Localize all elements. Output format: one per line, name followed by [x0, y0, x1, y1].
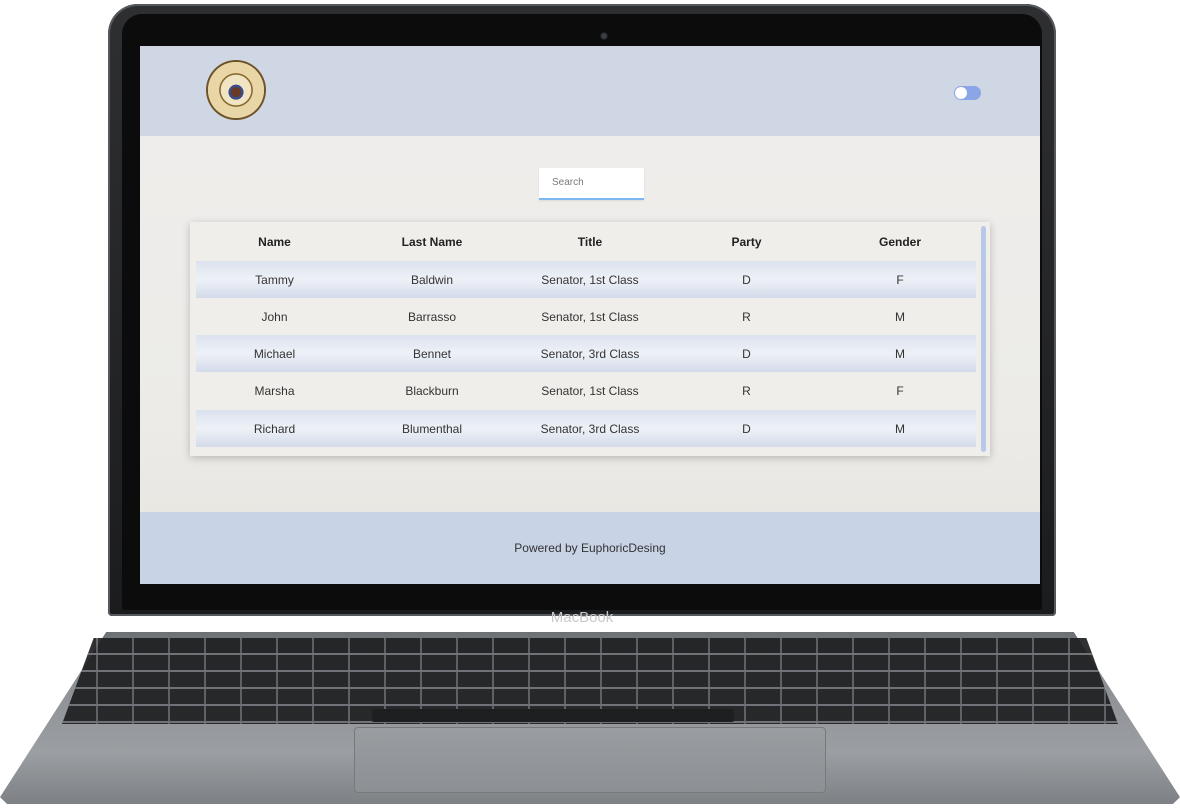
- table-row[interactable]: Michael Bennet Senator, 3rd Class D M: [196, 335, 976, 372]
- cell-gender: M: [895, 309, 905, 324]
- app-screen: Name Last Name Title Party Gender Tammy …: [140, 46, 1040, 584]
- spacebar: [372, 709, 734, 722]
- cell-gender: M: [895, 346, 905, 361]
- column-header-party[interactable]: Party: [669, 235, 824, 249]
- device-brand-label: MacBook: [550, 609, 614, 626]
- table-header-row: Name Last Name Title Party Gender: [196, 222, 976, 262]
- footer-credit: Powered by EuphoricDesing: [514, 541, 666, 555]
- cell-last-name: Blumenthal: [401, 421, 463, 436]
- table-scrollbar[interactable]: [981, 226, 986, 452]
- cell-last-name: Blackburn: [405, 383, 459, 398]
- search-box: [539, 168, 647, 200]
- cell-title: Senator, 1st Class: [541, 309, 639, 324]
- cell-last-name: Barrasso: [407, 309, 457, 324]
- cell-party: D: [742, 421, 751, 436]
- column-header-name[interactable]: Name: [196, 235, 353, 249]
- column-header-gender[interactable]: Gender: [824, 235, 976, 249]
- cell-party: R: [742, 309, 751, 324]
- camera-icon: [601, 33, 607, 39]
- toggle-knob[interactable]: [955, 87, 967, 99]
- cell-title: Senator, 1st Class: [541, 272, 639, 287]
- table-row[interactable]: Marsha Blackburn Senator, 1st Class R F: [196, 372, 976, 409]
- cell-party: R: [742, 383, 751, 398]
- app-footer: Powered by EuphoricDesing: [140, 512, 1040, 584]
- cell-name: Marsha: [254, 383, 295, 398]
- cell-party: D: [742, 346, 751, 361]
- trackpad: [354, 727, 826, 793]
- cell-name: Michael: [253, 346, 296, 361]
- cell-gender: F: [896, 383, 904, 398]
- table-row[interactable]: Richard Blumenthal Senator, 3rd Class D …: [196, 410, 976, 447]
- search-input[interactable]: [539, 168, 647, 196]
- cell-name: Richard: [253, 421, 296, 436]
- congress-seal-logo: [208, 62, 264, 118]
- cell-party: D: [742, 272, 751, 287]
- table-row[interactable]: John Barrasso Senator, 1st Class R M: [196, 298, 976, 335]
- cell-name: John: [261, 309, 288, 324]
- theme-toggle[interactable]: [954, 86, 981, 100]
- cell-last-name: Bennet: [412, 346, 452, 361]
- cell-last-name: Baldwin: [410, 272, 454, 287]
- column-header-title[interactable]: Title: [511, 235, 669, 249]
- cell-name: Tammy: [255, 272, 294, 287]
- cell-title: Senator, 3rd Class: [540, 346, 640, 361]
- table-row[interactable]: Tammy Baldwin Senator, 1st Class D F: [196, 261, 976, 298]
- cell-title: Senator, 3rd Class: [540, 421, 640, 436]
- cell-title: Senator, 1st Class: [541, 383, 639, 398]
- eagle-icon: [226, 79, 246, 101]
- senators-table: Name Last Name Title Party Gender Tammy …: [190, 222, 990, 456]
- column-header-last-name[interactable]: Last Name: [353, 235, 511, 249]
- cell-gender: F: [896, 272, 904, 287]
- app-header: [140, 46, 1040, 136]
- cell-gender: M: [895, 421, 905, 436]
